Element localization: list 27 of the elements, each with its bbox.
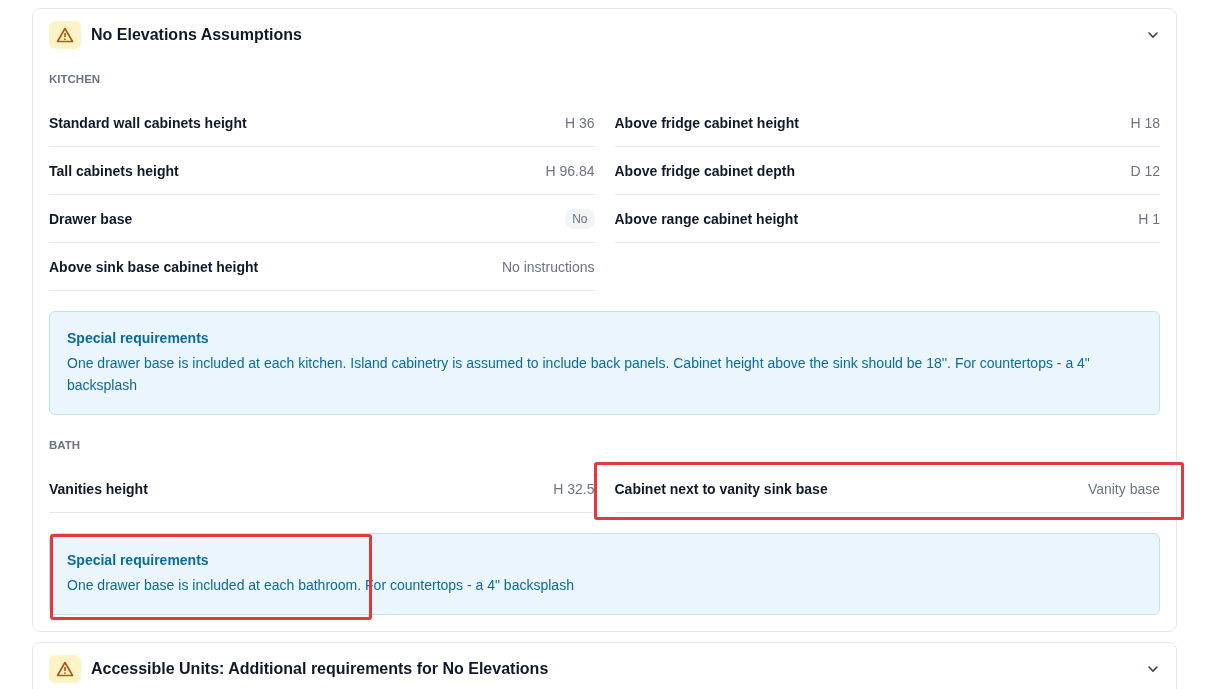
field-value: No instructions: [501, 258, 595, 275]
field-value: H 32.5: [553, 480, 595, 497]
field-label: Tall cabinets height: [49, 162, 179, 179]
warning-icon: [56, 661, 74, 677]
field-label: Standard wall cabinets height: [49, 114, 247, 131]
note-title: Special requirements: [67, 330, 210, 346]
field-label: Drawer base: [49, 210, 133, 227]
warning-icon: [56, 27, 74, 43]
field-value: Vanity base: [1087, 480, 1160, 497]
value-pill: No: [565, 208, 595, 229]
group-heading: KITCHEN: [49, 73, 102, 85]
section-title: Accessible Units: Additional requirements for No Elevations: [91, 660, 550, 678]
field-label: Cabinet next to vanity sink base: [614, 480, 828, 497]
group-heading: BATH: [49, 439, 82, 451]
note-text: One drawer base is included at each kitchen. Island cabinetry is assumed to include back panels. Cabinet height above the sink should be 18''. For countertops - a 4" backsplash: [67, 354, 1091, 395]
section-title: No Elevations Assumptions: [91, 26, 303, 44]
field-label: Above fridge cabinet height: [614, 114, 799, 131]
field-label: Above sink base cabinet height: [49, 258, 259, 275]
field-value: H 18: [1130, 114, 1160, 131]
note-title: Special requirements: [67, 552, 210, 568]
field-value: D 12: [1130, 162, 1160, 179]
field-label: Above range cabinet height: [614, 210, 799, 227]
field-label: Vanities height: [49, 480, 148, 497]
field-value: H 1: [1138, 210, 1160, 227]
field-value: H 36: [564, 114, 595, 131]
field-value: H 96.84: [545, 162, 595, 179]
field-label: Above fridge cabinet depth: [614, 162, 795, 179]
